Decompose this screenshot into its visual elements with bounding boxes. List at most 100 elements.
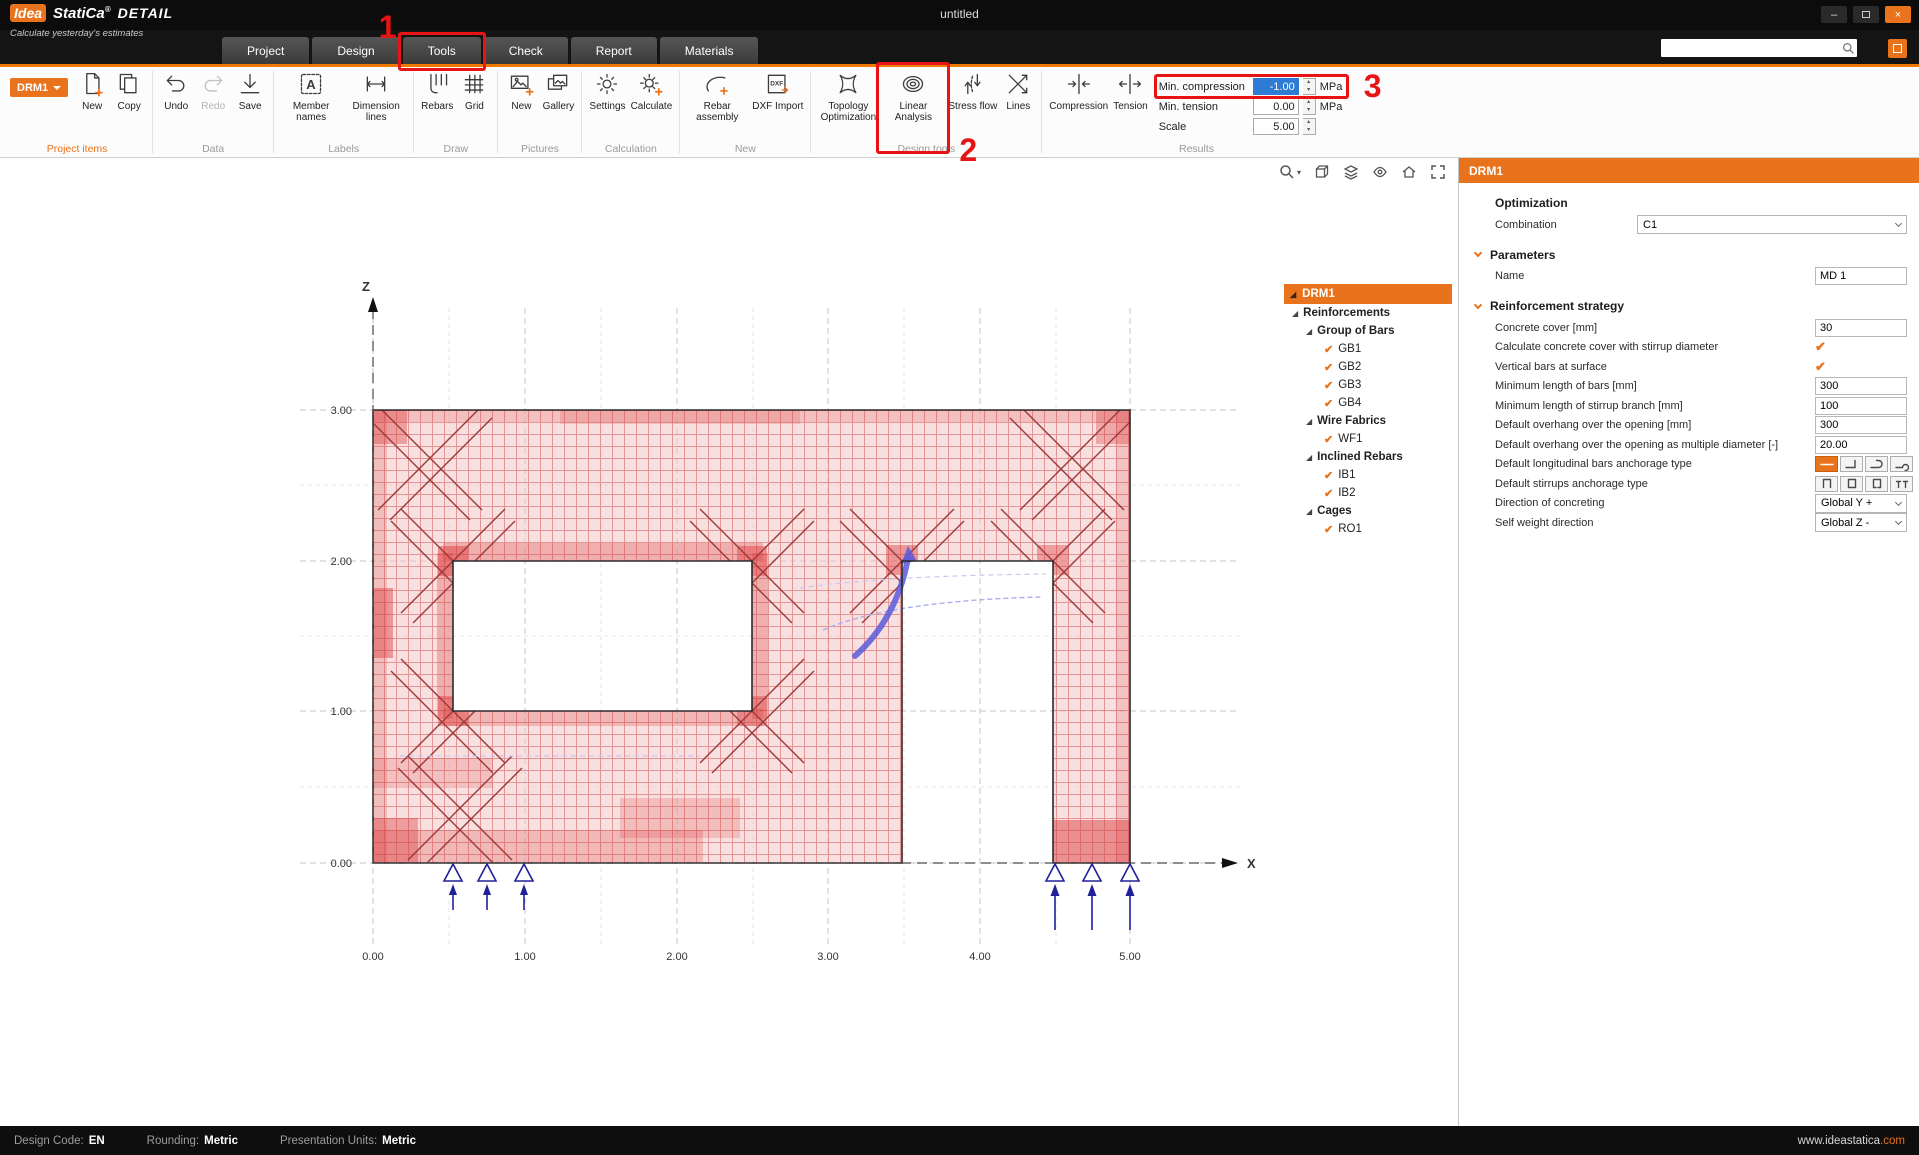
tree-node-gb1[interactable]: ✔GB1 [1284, 340, 1452, 358]
field-input-min-tension[interactable]: 0.00 [1253, 98, 1299, 115]
field-input-scale[interactable]: 5.00 [1253, 118, 1299, 135]
checkmark-icon[interactable]: ✔ [1324, 469, 1333, 482]
tree-root[interactable]: ◢DRM1 [1284, 284, 1452, 304]
prop-input-minimum-length-of-bars-mm[interactable]: 300 [1815, 377, 1907, 395]
ribbon: DRM1NewCopyProject itemsUndoRedoSaveData… [0, 67, 1919, 158]
zoom-dropdown[interactable]: ▾ [1279, 164, 1301, 180]
maximize-button[interactable] [1853, 6, 1879, 23]
ribbon-button-new[interactable]: New [503, 69, 539, 114]
perspective-icon[interactable] [1314, 164, 1330, 180]
stirrup4-option-button[interactable] [1890, 476, 1913, 492]
ribbon-button-stress-flow[interactable]: Stress flow [946, 69, 999, 114]
website-link[interactable]: www.ideastatica.com [1798, 1135, 1905, 1147]
checkmark-icon[interactable]: ✔ [1324, 523, 1333, 536]
ribbon-button-dimension-lines[interactable]: Dimension lines [344, 69, 408, 126]
ribbon-button-member-names[interactable]: AMember names [279, 69, 343, 126]
spinner-control[interactable]: ▴▾ [1303, 78, 1316, 95]
ribbon-button-dxf-import[interactable]: DXFDXF Import [750, 69, 805, 114]
checkmark-icon[interactable]: ✔ [1324, 487, 1333, 500]
checkmark-icon[interactable]: ✔ [1324, 343, 1333, 356]
ribbon-button-rebar-assembly[interactable]: Rebar assembly [685, 69, 749, 126]
tree-node-group-of-bars[interactable]: ◢Group of Bars [1284, 322, 1452, 340]
ribbon-button-linear-analysis[interactable]: Linear Analysis [881, 69, 945, 126]
ribbon-button-gallery[interactable]: Gallery [540, 69, 576, 114]
ribbon-button-tension[interactable]: Tension [1111, 69, 1149, 114]
hook90-option-button[interactable] [1840, 456, 1863, 472]
tab-check[interactable]: Check [484, 37, 568, 64]
checkmark-icon[interactable]: ✔ [1324, 379, 1333, 392]
prop-select-direction-of-concreting[interactable]: Global Y + [1815, 494, 1907, 513]
section-parameters[interactable]: Parameters [1459, 248, 1907, 262]
account-button[interactable] [1888, 39, 1907, 58]
prop-input-default-overhang-over-the-opening-mm[interactable]: 300 [1815, 416, 1907, 434]
spinner-control[interactable]: ▴▾ [1303, 118, 1316, 135]
prop-checkbox-vertical-bars-at-surface[interactable]: ✔ [1815, 359, 1826, 375]
stirrup1-option-button[interactable] [1815, 476, 1838, 492]
ribbon-group-design-tools: Topology OptimizationLinear AnalysisStre… [811, 67, 1041, 157]
ribbon-button-redo[interactable]: Redo [195, 69, 231, 114]
tree-node-wire-fabrics[interactable]: ◢Wire Fabrics [1284, 412, 1452, 430]
hook180-option-button[interactable] [1865, 456, 1888, 472]
prop-input-concrete-cover-mm[interactable]: 30 [1815, 319, 1907, 337]
ribbon-group-label: Calculation [587, 143, 674, 157]
field-input-min-compression[interactable]: -1.00 [1253, 78, 1299, 95]
prop-checkbox-calculate-concrete-cover-with-stirrup-diameter[interactable]: ✔ [1815, 339, 1826, 355]
layers-icon[interactable] [1343, 164, 1359, 180]
minimize-button[interactable]: – [1821, 6, 1847, 23]
ribbon-button-settings[interactable]: Settings [587, 69, 627, 114]
prop-input-minimum-length-of-stirrup-branch-mm[interactable]: 100 [1815, 397, 1907, 415]
tab-project[interactable]: Project [222, 37, 309, 64]
tab-report[interactable]: Report [571, 37, 657, 64]
ribbon-button-rebars[interactable]: Rebars [419, 69, 455, 114]
visibility-icon[interactable] [1372, 164, 1388, 180]
prop-input-default-overhang-over-the-opening-as-multiple-diameter[interactable]: 20.00 [1815, 436, 1907, 454]
stirrup3-option-button[interactable] [1865, 476, 1888, 492]
fit-view-icon[interactable] [1430, 164, 1446, 180]
checkmark-icon[interactable]: ✔ [1324, 433, 1333, 446]
ribbon-button-topology-optimization[interactable]: Topology Optimization [816, 69, 880, 126]
search-box[interactable] [1661, 39, 1857, 57]
project-item-selector[interactable]: DRM1 [10, 78, 68, 97]
tab-materials[interactable]: Materials [660, 37, 759, 64]
prop-select-combination[interactable]: C1 [1637, 215, 1907, 234]
tree-node-ro1[interactable]: ✔RO1 [1284, 520, 1452, 538]
close-button[interactable]: × [1885, 6, 1911, 23]
prop-input-name[interactable]: MD 1 [1815, 267, 1907, 285]
ribbon-button-compression[interactable]: Compression [1047, 69, 1110, 114]
tree-node-cages[interactable]: ◢Cages [1284, 502, 1452, 520]
tree-node-inclined-rebars[interactable]: ◢Inclined Rebars [1284, 448, 1452, 466]
tree-node-reinforcements[interactable]: ◢Reinforcements [1284, 304, 1452, 322]
tree-node-wf1[interactable]: ✔WF1 [1284, 430, 1452, 448]
tree-node-gb2[interactable]: ✔GB2 [1284, 358, 1452, 376]
ribbon-group-label: Labels [279, 143, 408, 157]
ribbon-group-results: CompressionTensionMin. compression-1.00▴… [1042, 67, 1350, 157]
ribbon-button-undo[interactable]: Undo [158, 69, 194, 114]
ribbon-button-calculate[interactable]: Calculate [629, 69, 675, 114]
home-icon[interactable] [1401, 164, 1417, 180]
tab-tools[interactable]: Tools [403, 37, 481, 64]
model-canvas[interactable]: 0.001.002.003.004.005.003.002.001.000.00… [0, 158, 1458, 1126]
ribbon-button-lines[interactable]: Lines [1000, 69, 1036, 114]
tree-node-ib1[interactable]: ✔IB1 [1284, 466, 1452, 484]
idea-logo: Idea [10, 4, 46, 22]
ribbon-button-save[interactable]: Save [232, 69, 268, 114]
prop-select-self-weight-direction[interactable]: Global Z - [1815, 513, 1907, 532]
spinner-control[interactable]: ▴▾ [1303, 98, 1316, 115]
prop-row-combination: CombinationC1 [1459, 215, 1907, 235]
tree-node-gb3[interactable]: ✔GB3 [1284, 376, 1452, 394]
section-reinforcement-strategy[interactable]: Reinforcement strategy [1459, 299, 1907, 313]
expander-icon: ◢ [1306, 507, 1312, 516]
tree-node-gb4[interactable]: ✔GB4 [1284, 394, 1452, 412]
checkmark-icon[interactable]: ✔ [1324, 397, 1333, 410]
straight-option-button[interactable] [1815, 456, 1838, 472]
search-input[interactable] [1661, 41, 1839, 55]
ribbon-button-new[interactable]: New [74, 69, 110, 114]
stirrup2-option-button[interactable] [1840, 476, 1863, 492]
prop-label: Default longitudinal bars anchorage type [1495, 458, 1815, 470]
ribbon-button-copy[interactable]: Copy [111, 69, 147, 114]
loop-option-button[interactable] [1890, 456, 1913, 472]
ribbon-button-grid[interactable]: Grid [456, 69, 492, 114]
checkmark-icon[interactable]: ✔ [1324, 361, 1333, 374]
tab-design[interactable]: Design [312, 37, 399, 64]
tree-node-ib2[interactable]: ✔IB2 [1284, 484, 1452, 502]
